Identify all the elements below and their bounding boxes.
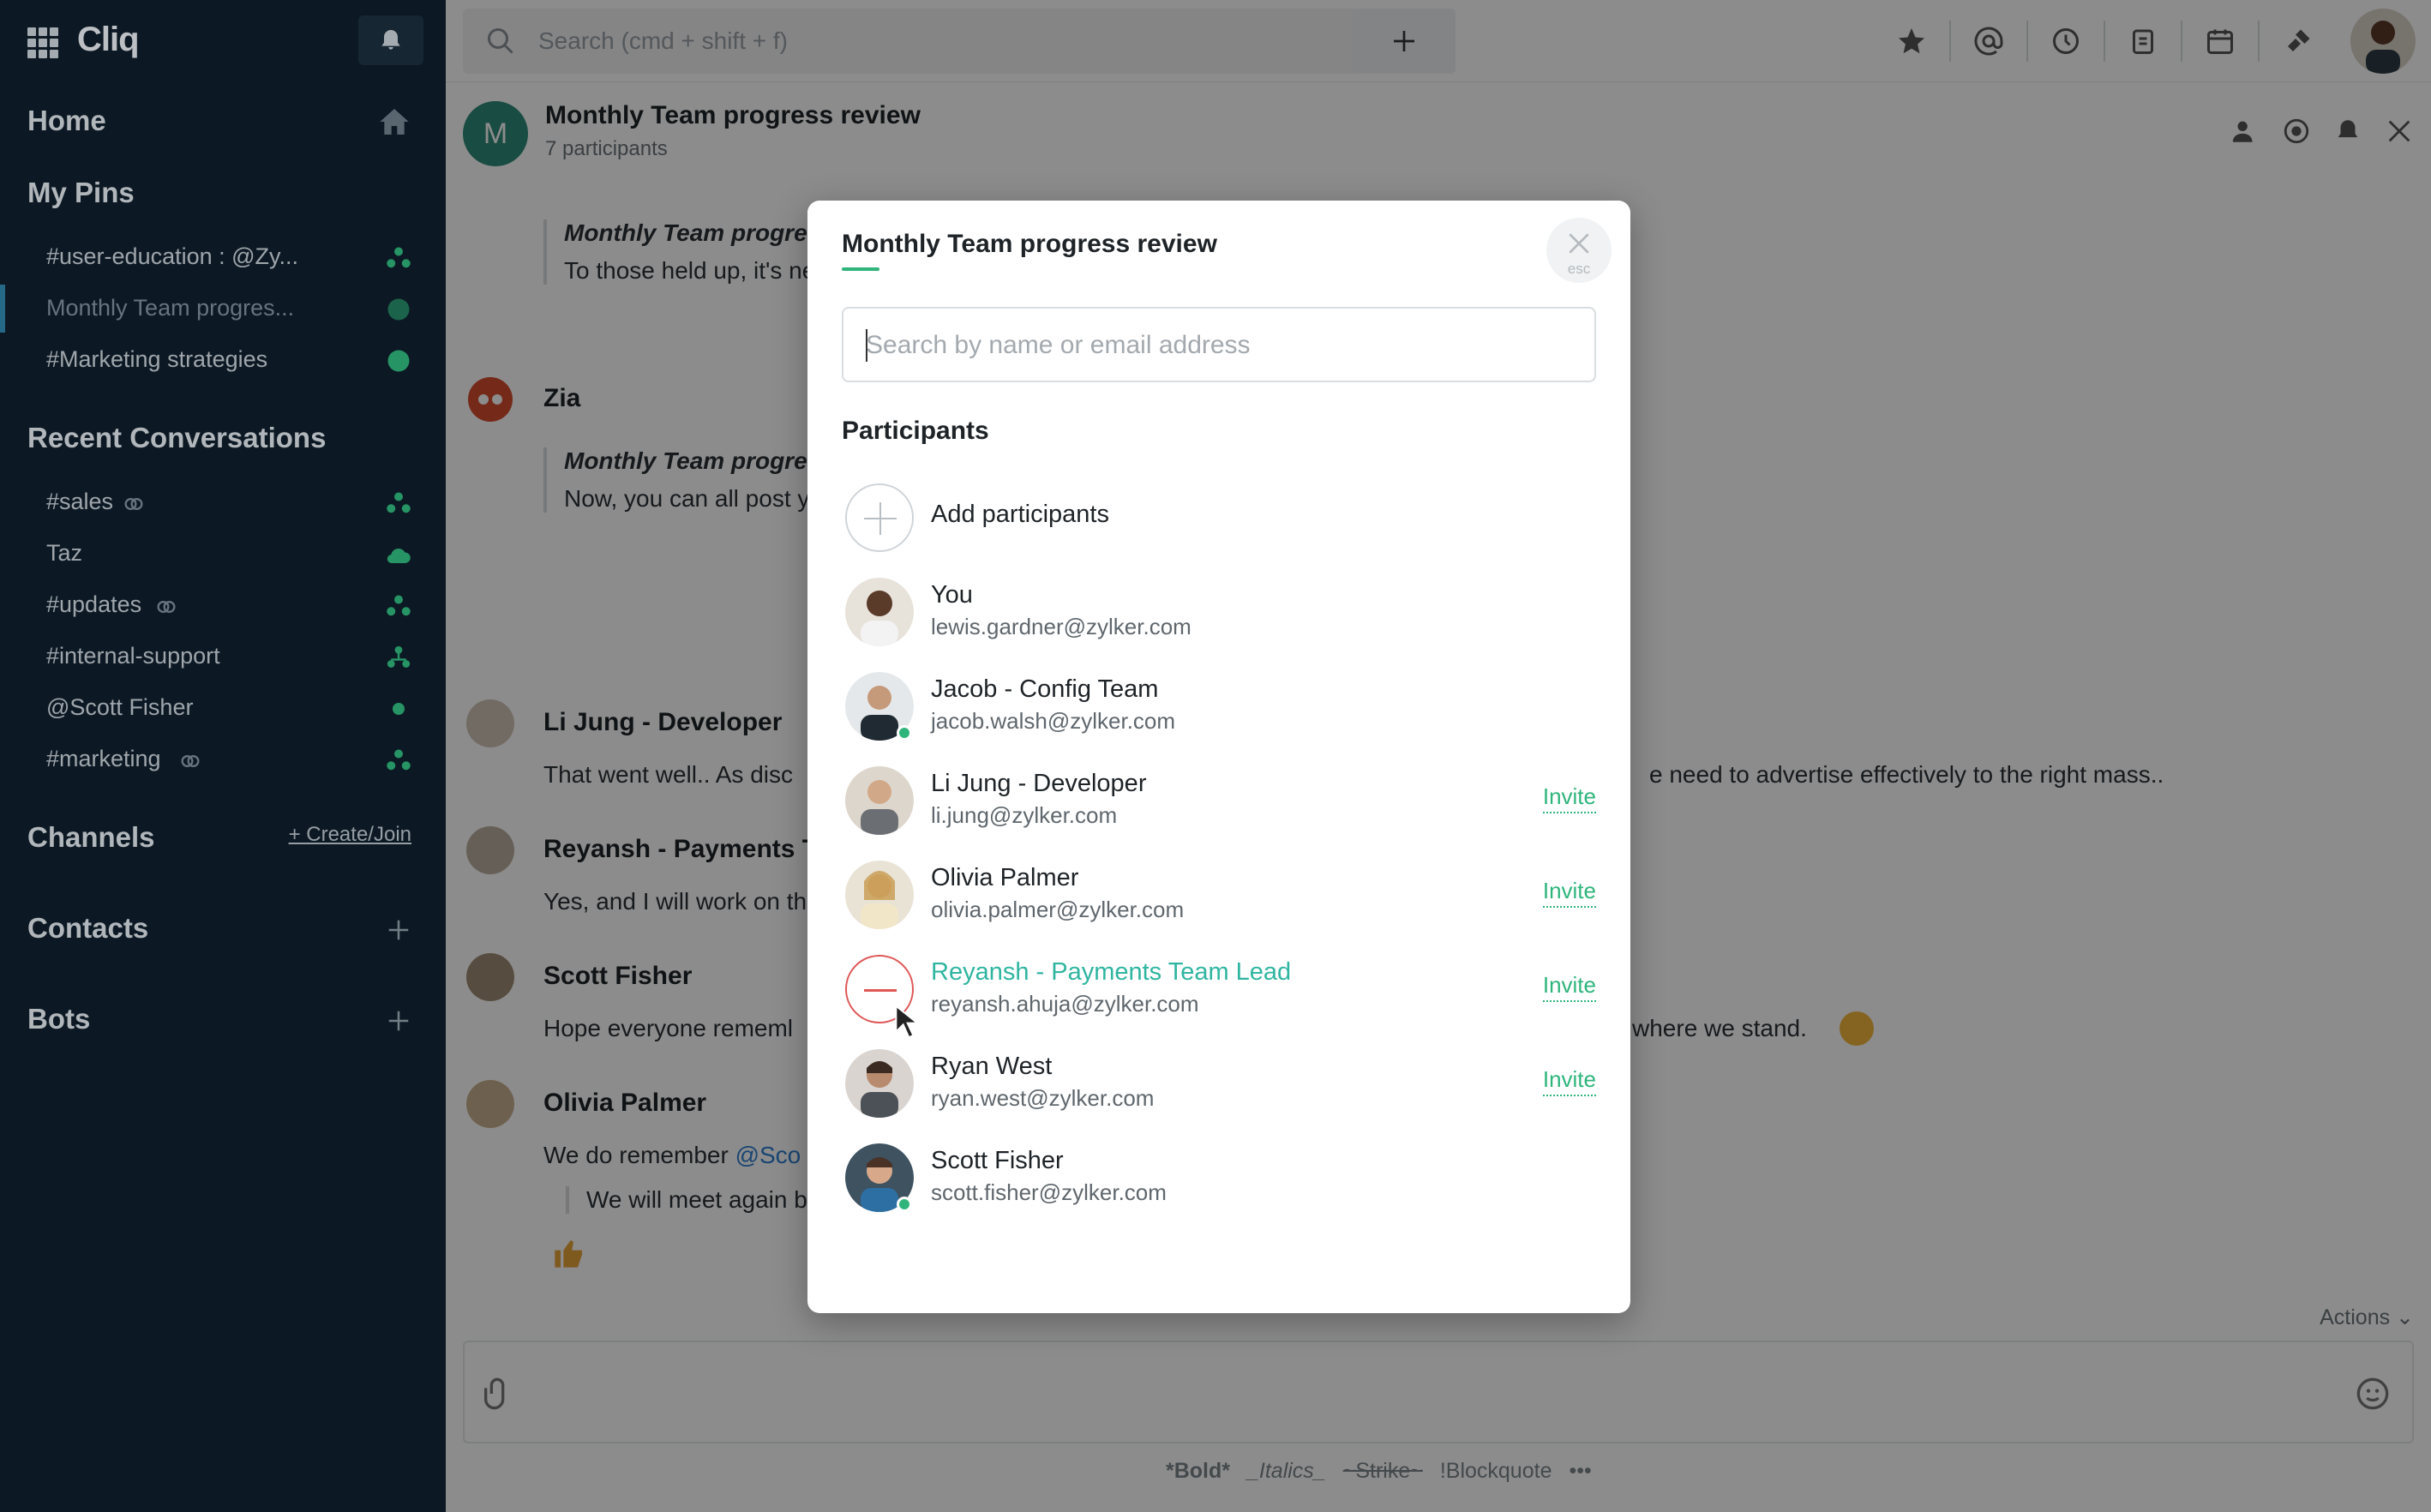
invite-button[interactable]: Invite — [1542, 1066, 1596, 1096]
modal-close-button[interactable]: esc — [1546, 218, 1612, 283]
invite-button[interactable]: Invite — [1542, 878, 1596, 908]
add-participants-button[interactable]: Add participants — [842, 475, 1596, 561]
participant-email: olivia.palmer@zylker.com — [931, 897, 1185, 922]
text-caret — [866, 329, 867, 362]
participant-name: Jacob - Config Team — [931, 675, 1159, 703]
online-status-icon — [897, 1197, 912, 1212]
participant-email: scott.fisher@zylker.com — [931, 1179, 1167, 1205]
participant-row[interactable]: Jacob - Config Team jacob.walsh@zylker.c… — [842, 663, 1596, 749]
sidebar-shade — [0, 0, 446, 1512]
participants-heading: Participants — [842, 417, 989, 445]
participant-name: Olivia Palmer — [931, 864, 1079, 891]
mouse-cursor-icon — [895, 1004, 921, 1039]
add-icon — [845, 483, 914, 552]
participants-modal: Monthly Team progress review esc Search … — [807, 201, 1630, 1313]
participant-name: Scott Fisher — [931, 1147, 1064, 1174]
add-participants-label: Add participants — [931, 501, 1109, 528]
participant-email: ryan.west@zylker.com — [931, 1085, 1155, 1111]
esc-hint: esc — [1567, 261, 1591, 277]
participant-avatar — [845, 578, 914, 646]
participant-avatar — [845, 861, 914, 929]
participant-row[interactable]: Olivia Palmer olivia.palmer@zylker.com I… — [842, 852, 1596, 938]
participant-name: Reyansh - Payments Team Lead — [931, 958, 1292, 986]
invite-button[interactable]: Invite — [1542, 972, 1596, 1002]
invite-button[interactable]: Invite — [1542, 783, 1596, 813]
title-underline — [842, 267, 879, 271]
participant-name: You — [931, 581, 973, 609]
participant-email: jacob.walsh@zylker.com — [931, 708, 1176, 734]
participant-row[interactable]: Li Jung - Developer li.jung@zylker.com I… — [842, 758, 1596, 843]
participant-avatar — [845, 1049, 914, 1118]
participant-email: reyansh.ahuja@zylker.com — [931, 991, 1199, 1017]
participant-row[interactable]: You lewis.gardner@zylker.com — [842, 569, 1596, 655]
search-placeholder: Search by name or email address — [866, 331, 1251, 359]
online-status-icon — [897, 725, 912, 741]
participant-email: li.jung@zylker.com — [931, 802, 1118, 828]
participant-name: Ryan West — [931, 1053, 1053, 1080]
participant-row-hovered[interactable]: Reyansh - Payments Team Lead reyansh.ahu… — [842, 946, 1596, 1039]
participant-avatar — [845, 766, 914, 835]
participant-row[interactable]: Ryan West ryan.west@zylker.com Invite — [842, 1041, 1596, 1126]
participant-row[interactable]: Scott Fisher scott.fisher@zylker.com — [842, 1135, 1596, 1221]
participant-name: Li Jung - Developer — [931, 770, 1147, 797]
participant-search-input[interactable]: Search by name or email address — [842, 307, 1596, 382]
participant-email: lewis.gardner@zylker.com — [931, 614, 1191, 639]
close-icon — [1569, 233, 1589, 254]
modal-title: Monthly Team progress review — [842, 230, 1217, 258]
